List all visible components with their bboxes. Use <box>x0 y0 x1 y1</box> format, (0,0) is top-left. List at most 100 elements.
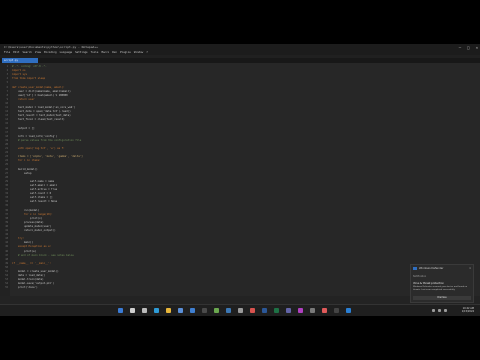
notification-title: Virus & threat protection <box>413 282 444 285</box>
notification-close-icon[interactable]: ✕ <box>469 266 471 270</box>
tray-clock[interactable]: 10:42 AM 1/15/2024 <box>462 307 474 313</box>
line-number: 52 <box>5 274 8 278</box>
code-line: for i in items: <box>12 159 41 163</box>
line-number: 29 <box>5 179 8 183</box>
wifi-icon[interactable] <box>432 309 435 312</box>
minimize-button[interactable]: — <box>459 44 461 51</box>
line-number: 40 <box>5 224 8 228</box>
line-number: 38 <box>5 216 8 220</box>
word-icon[interactable] <box>262 308 267 313</box>
line-number: 22 <box>5 151 8 155</box>
calculator-icon[interactable] <box>310 308 315 313</box>
code-line: def create_user_model(name, email): <box>12 85 65 89</box>
maximize-button[interactable]: □ <box>467 44 469 51</box>
code-icon[interactable] <box>346 308 351 313</box>
code-line: model.save('output.pkl') <box>12 282 55 286</box>
code-line: import sys <box>12 73 28 77</box>
line-number: 32 <box>5 192 8 196</box>
taskbar: 10:42 AM 1/15/2024 <box>0 304 480 316</box>
line-number: 34 <box>5 200 8 204</box>
line-number: 24 <box>5 159 8 163</box>
code-line: update_model(user) <box>12 224 52 228</box>
code-line: return user <box>12 97 35 101</box>
line-number: 41 <box>5 229 8 232</box>
explorer-icon[interactable] <box>166 308 171 313</box>
window-title: C:\Users\user\Documents\python\script.py… <box>4 45 98 49</box>
line-number: 20 <box>5 142 8 146</box>
code-line: print(x) <box>12 216 43 220</box>
teams-icon[interactable] <box>286 308 291 313</box>
edge-icon[interactable] <box>154 308 159 313</box>
line-number: 6 <box>6 85 8 89</box>
code-line: build_model() <box>12 167 38 171</box>
excel-icon[interactable] <box>274 308 279 313</box>
desktop-screen: C:\Users\user\Documents\python\script.py… <box>0 44 480 316</box>
line-number: 54 <box>5 282 8 286</box>
window-controls: — □ ✕ <box>459 44 478 51</box>
code-line: return_model_output() <box>12 229 56 232</box>
line-number: 35 <box>5 204 8 208</box>
code-line: self.email = email <box>12 183 58 187</box>
code-line: text_result = text_model(text_data) <box>12 114 71 118</box>
shield-icon <box>413 267 417 270</box>
line-number: 48 <box>5 257 8 261</box>
line-number: 19 <box>5 138 8 142</box>
line-number: 14 <box>5 118 8 122</box>
music-icon[interactable] <box>322 308 327 313</box>
close-button[interactable]: ✕ <box>476 44 478 51</box>
search-icon[interactable] <box>130 308 135 313</box>
code-line: data = load_data() <box>12 274 46 278</box>
code-line: items = ['alpha', 'beta', 'gamma', 'delt… <box>12 155 83 159</box>
letterbox-bottom <box>0 316 480 360</box>
line-number: 45 <box>5 245 8 249</box>
code-line: setup <box>12 171 32 175</box>
line-number: 3 <box>6 73 8 77</box>
code-line: import os <box>12 69 26 73</box>
clock-date: 1/15/2024 <box>461 310 474 313</box>
code-line: print(e) <box>12 249 37 253</box>
line-number: 25 <box>5 163 8 167</box>
camera-icon[interactable] <box>334 308 339 313</box>
code-line: self.count = 0 <box>12 192 52 196</box>
line-number: 51 <box>5 270 8 273</box>
code-line: text_final = clean(text_result) <box>12 118 65 122</box>
code-line: from time import sleep <box>12 77 46 81</box>
line-number: 5 <box>6 81 8 85</box>
code-line: run(model) <box>12 208 40 212</box>
code-line: user['id'] = hash(email) % 100000 <box>12 93 68 97</box>
code-line: self.name = name <box>12 179 55 183</box>
notification-subtitle: Notification <box>413 275 427 278</box>
volume-icon[interactable] <box>438 309 441 312</box>
settings-icon[interactable] <box>238 308 243 313</box>
mail-icon[interactable] <box>190 308 195 313</box>
line-number: 49 <box>5 261 8 265</box>
window-titlebar: C:\Users\user\Documents\python\script.py… <box>0 44 480 51</box>
code-line: if __name__ == '__main__': <box>12 261 52 265</box>
store-icon[interactable] <box>178 308 183 313</box>
code-line: # parse values from the configuration fi… <box>12 138 82 142</box>
line-number: 8 <box>6 93 8 97</box>
line-number: 9 <box>6 97 8 101</box>
photos-icon[interactable] <box>298 308 303 313</box>
notification-dismiss-button[interactable]: Dismiss <box>413 296 471 300</box>
code-editor[interactable]: 1 2 3 4 5 6 7 8 9 10 11 12 13 14 15 16 17 18 19 20 21 22 23 24 2… <box>0 63 480 296</box>
line-number: 11 <box>5 106 8 109</box>
line-number: 18 <box>5 134 8 138</box>
code-line: self.items = [] <box>12 196 53 200</box>
battery-icon[interactable] <box>444 309 447 312</box>
terminal-icon[interactable] <box>202 308 207 313</box>
line-number: 39 <box>5 220 8 224</box>
line-number: 23 <box>5 155 8 159</box>
line-number: 28 <box>5 175 8 179</box>
code-line: self.active = True <box>12 188 58 191</box>
line-number: 17 <box>5 130 8 134</box>
start-icon[interactable] <box>118 308 123 313</box>
chrome-icon[interactable] <box>250 308 255 313</box>
toast-notification[interactable]: Windows Defender ✕ Notification Virus & … <box>410 264 474 303</box>
line-number: 46 <box>5 249 8 253</box>
task-view-icon[interactable] <box>142 308 147 313</box>
python-icon[interactable] <box>226 308 231 313</box>
code-line: self.result = None <box>12 200 58 204</box>
code-line: except Exception as e: <box>12 245 52 249</box>
notepad-icon[interactable] <box>214 308 219 313</box>
